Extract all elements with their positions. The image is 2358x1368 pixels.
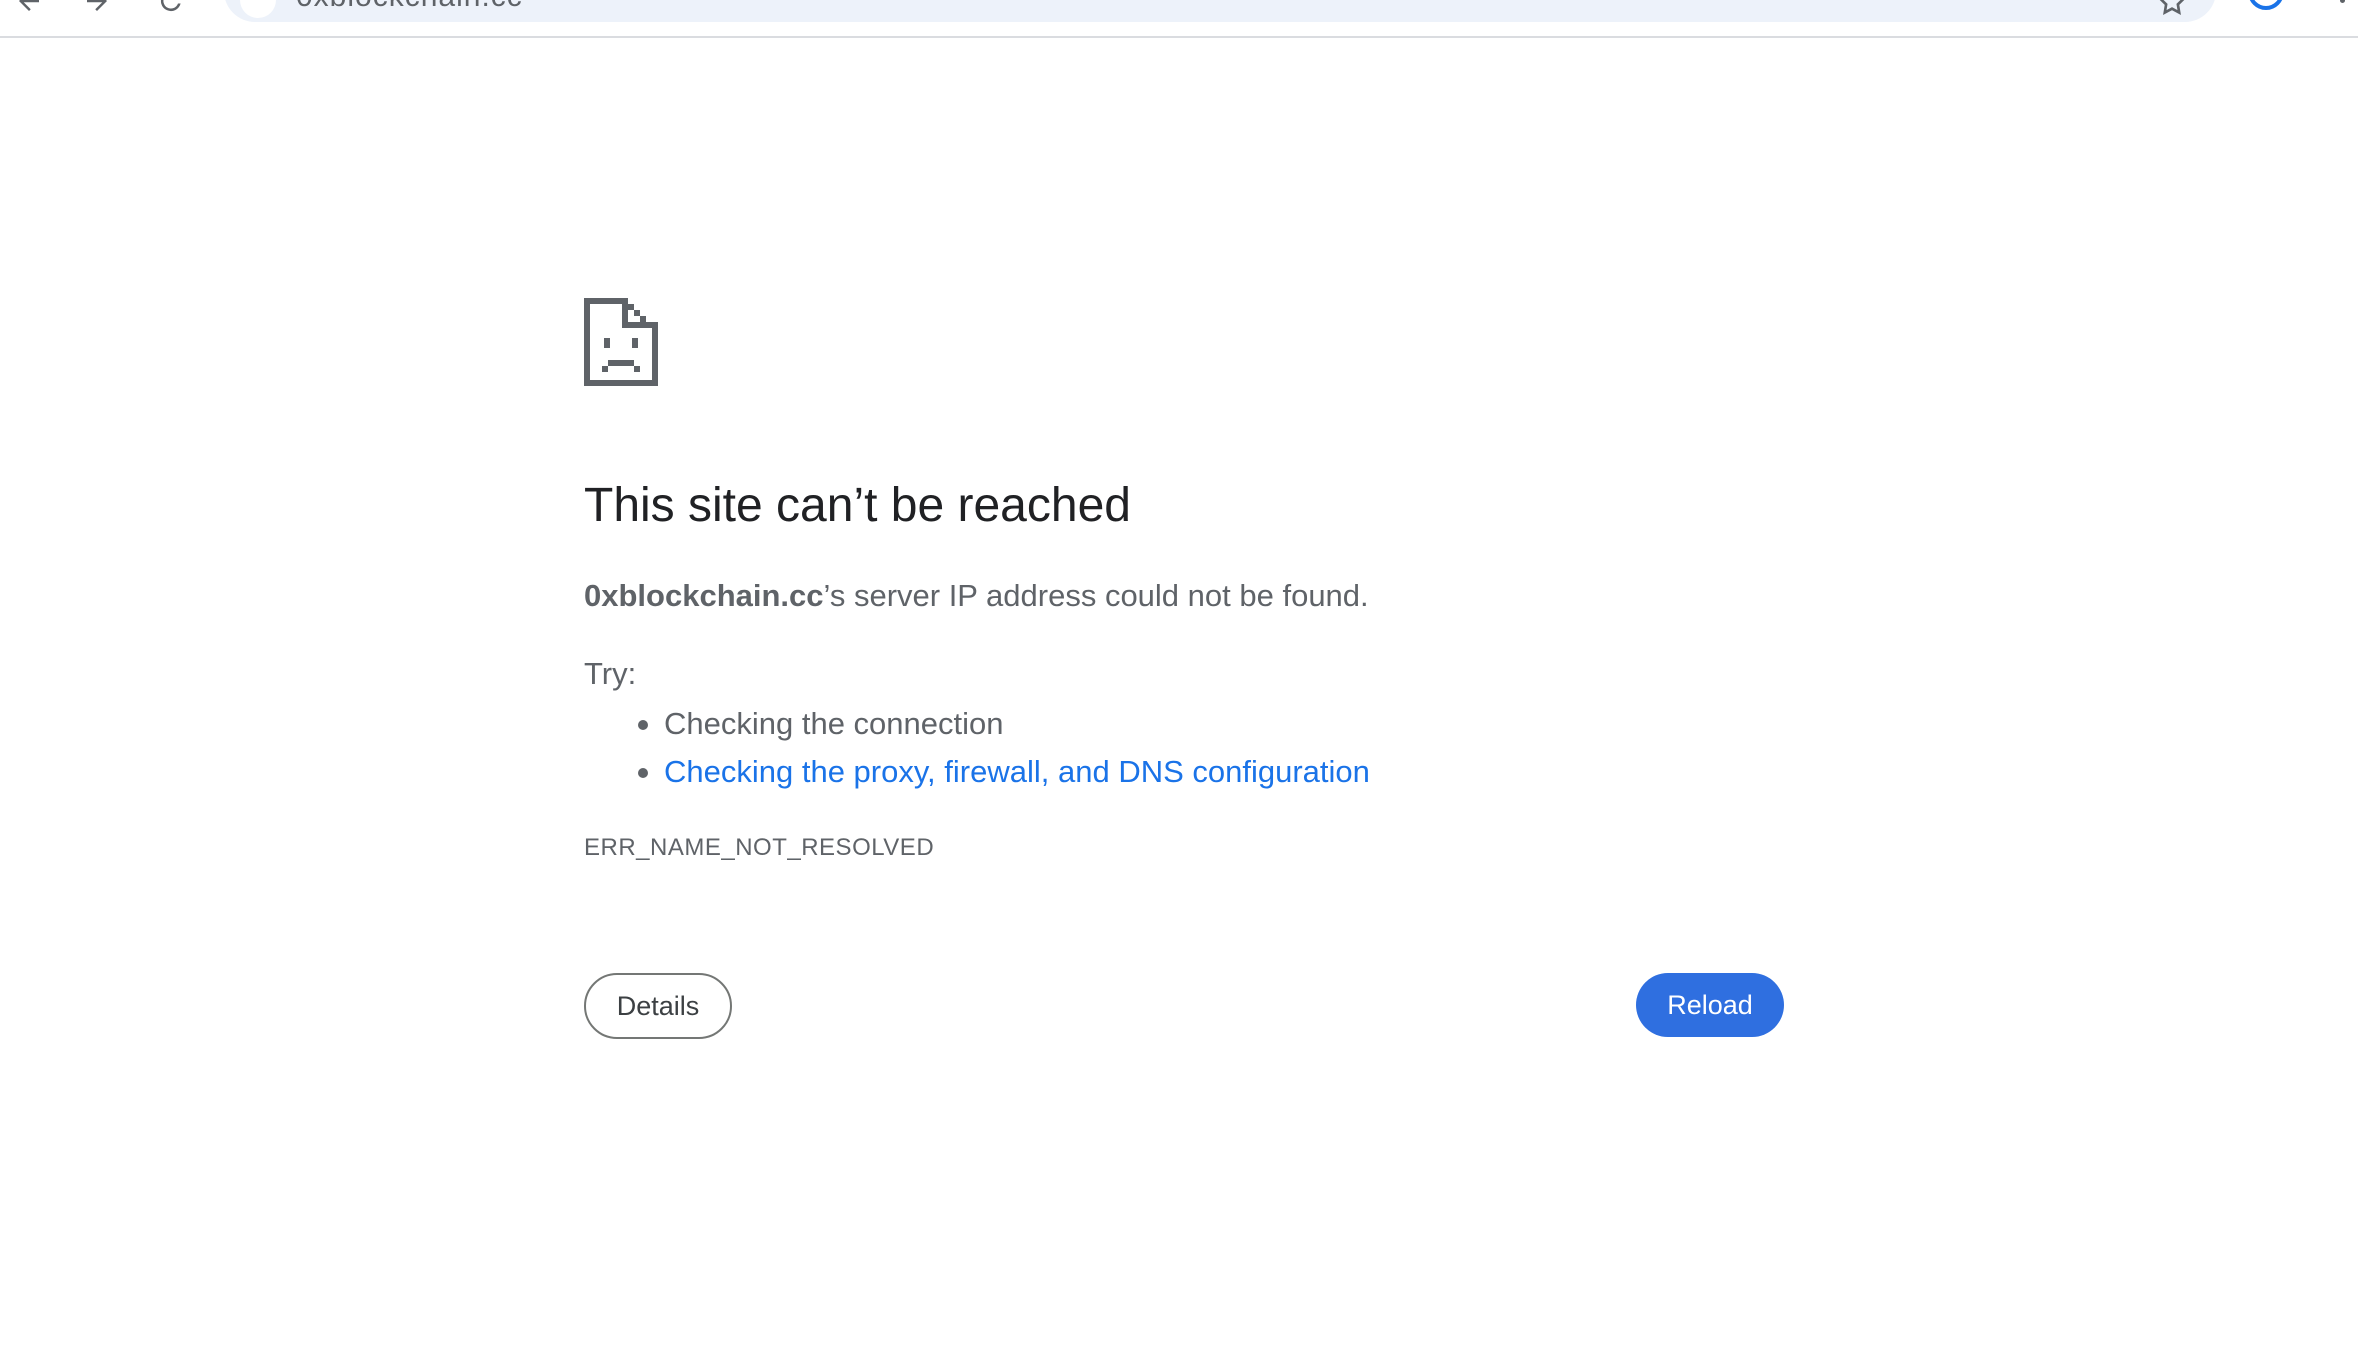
- error-summary-text: ’s server IP address could not be found.: [823, 578, 1369, 613]
- back-arrow-icon[interactable]: [14, 0, 44, 16]
- reload-icon[interactable]: [156, 0, 186, 16]
- suggestion-text: Checking the connection: [664, 706, 1004, 741]
- page-title: This site can’t be reached: [584, 479, 1131, 532]
- address-bar[interactable]: 0xblockchain.cc: [224, 0, 2216, 22]
- sad-page-icon: [584, 298, 658, 386]
- suggestion-check-connection: Checking the connection: [584, 700, 1370, 748]
- forward-arrow-icon[interactable]: [82, 0, 112, 16]
- browser-toolbar: 0xblockchain.cc: [0, 0, 2358, 38]
- profile-icon[interactable]: [2248, 0, 2284, 10]
- star-icon[interactable]: [2156, 0, 2188, 18]
- suggestion-list: Checking the connection Checking the pro…: [584, 700, 1370, 796]
- kebab-menu-icon[interactable]: [2340, 0, 2346, 4]
- try-label: Try:: [584, 656, 637, 691]
- host-name: 0xblockchain.cc: [584, 578, 824, 613]
- url-text[interactable]: 0xblockchain.cc: [296, 0, 523, 14]
- error-summary: 0xblockchain.cc’s server IP address coul…: [584, 578, 1369, 614]
- error-code: ERR_NAME_NOT_RESOLVED: [584, 834, 935, 861]
- reload-button[interactable]: Reload: [1636, 973, 1784, 1037]
- site-info-icon[interactable]: [240, 0, 276, 18]
- proxy-firewall-dns-link[interactable]: Checking the proxy, firewall, and DNS co…: [664, 754, 1370, 789]
- suggestion-check-proxy: Checking the proxy, firewall, and DNS co…: [584, 748, 1370, 796]
- details-button[interactable]: Details: [584, 973, 732, 1039]
